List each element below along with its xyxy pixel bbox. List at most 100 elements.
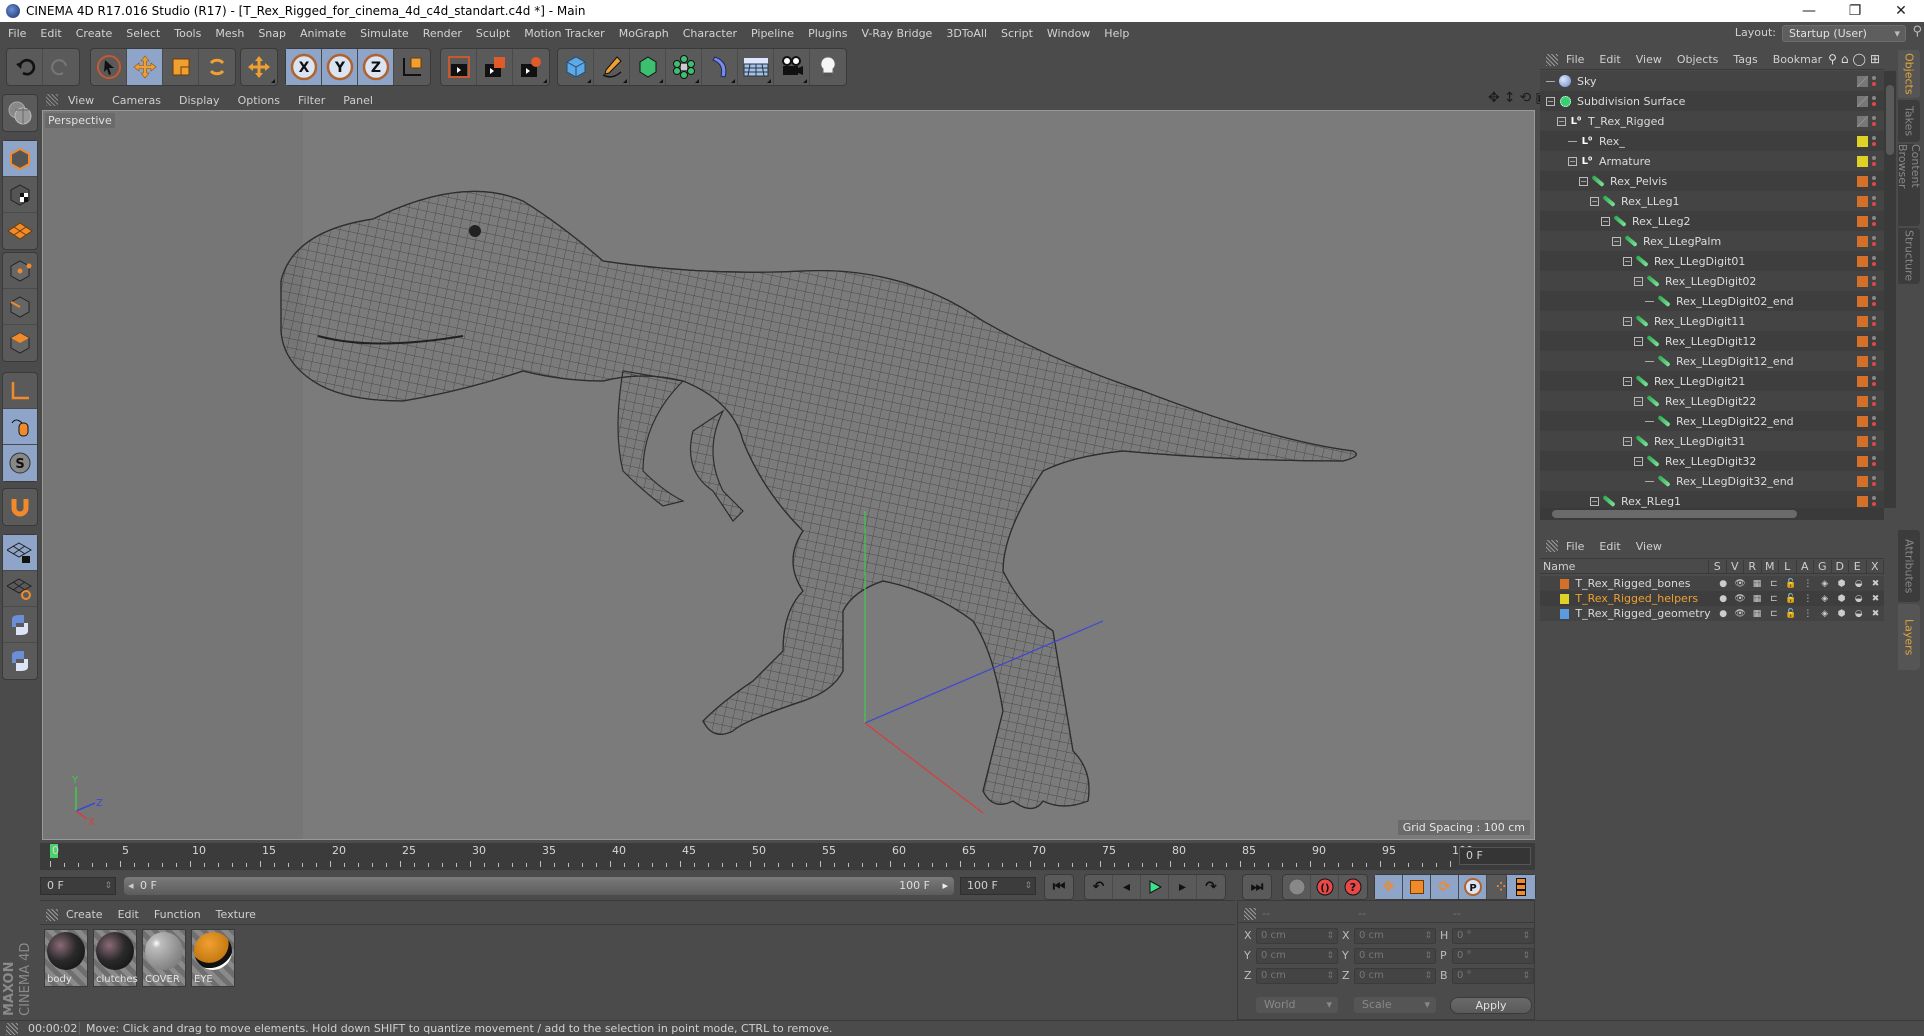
cube-icon[interactable] [558,49,594,85]
collapse-toggle-icon[interactable]: − [1590,196,1599,206]
y-axis-icon[interactable]: Y [322,49,358,85]
position-y-field[interactable]: 0 cm [1256,948,1338,964]
scale-key-icon[interactable] [1403,875,1431,899]
object-row[interactable]: − Rex_LLegDigit01 [1540,251,1884,271]
visibility-icon[interactable]: 👁 [1732,594,1749,604]
deformer-icon[interactable]: ⬢ [1833,609,1850,619]
collapse-toggle-icon[interactable]: − [1634,396,1643,406]
object-row[interactable]: − Rex_LLegDigit22 [1540,391,1884,411]
manager-icon[interactable]: ⊏ [1765,594,1782,604]
menu-script[interactable]: Script [1001,27,1033,40]
workplane-mode-icon[interactable] [3,213,37,249]
rotation-key-icon[interactable]: ⟳ [1431,875,1459,899]
layer-manager-menu-view[interactable]: View [1636,540,1662,553]
generator-icon[interactable]: ◈ [1816,579,1833,589]
object-row[interactable]: − Rex_LLegDigit02 [1540,271,1884,291]
collapse-toggle-icon[interactable]: − [1623,316,1632,326]
menu-v-ray-bridge[interactable]: V-Ray Bridge [861,27,932,40]
material-menu-function[interactable]: Function [154,908,201,921]
layer-column-v[interactable]: V [1727,559,1744,573]
dolly-icon[interactable]: ↕ [1504,90,1516,106]
lock-icon[interactable]: 🔓 [1782,609,1799,619]
expression-icon[interactable]: ◒ [1850,594,1867,604]
make-editable-icon[interactable] [3,95,37,131]
menu-motion-tracker[interactable]: Motion Tracker [524,27,604,40]
python-script-icon[interactable] [3,643,37,679]
viewport-menu-view[interactable]: View [68,94,94,107]
layer-color-swatch[interactable] [1857,456,1868,467]
render-picture-viewer-icon[interactable] [477,49,513,85]
visibility-dots-icon[interactable] [1872,374,1876,388]
render-icon[interactable]: ▦ [1749,579,1766,589]
object-row[interactable]: − Rex_LLegDigit11 [1540,311,1884,331]
menu-help[interactable]: Help [1104,27,1129,40]
layer-column-a[interactable]: A [1797,559,1814,573]
layer-row[interactable]: T_Rex_Rigged_geometry ● 👁 ▦ ⊏ 🔓 ⋮ ◈ ⬢ ◒ ✖ [1540,606,1884,621]
generator-icon[interactable]: ◈ [1816,609,1833,619]
object-row[interactable]: − Subdivision Surface [1540,91,1884,111]
menu-file[interactable]: File [8,27,26,40]
render-icon[interactable]: ▦ [1749,609,1766,619]
layer-color-swatch[interactable] [1857,496,1868,507]
tweak-mode-icon[interactable] [3,409,37,445]
collapse-toggle-icon[interactable]: − [1579,176,1588,186]
object-row[interactable]: − Rex_Pelvis [1540,171,1884,191]
object-row[interactable]: − Rex_LLeg2 [1540,211,1884,231]
auto-keyframe-icon[interactable]: () [1311,875,1339,899]
layer-color-swatch[interactable] [1560,578,1570,589]
layer-column-x[interactable]: X [1867,559,1884,573]
object-row[interactable]: − L⁰ Armature [1540,151,1884,171]
visibility-dots-icon[interactable] [1872,494,1876,508]
camera-icon[interactable] [774,49,810,85]
visibility-dots-icon[interactable] [1872,174,1876,188]
animation-icon[interactable]: ⋮ [1799,579,1816,589]
menu-sculpt[interactable]: Sculpt [476,27,510,40]
scale-icon[interactable] [163,49,199,85]
panel-grip[interactable] [1546,53,1558,66]
visibility-dots-icon[interactable] [1872,334,1876,348]
menu-window[interactable]: Window [1047,27,1090,40]
object-row[interactable]: − L⁰ T_Rex_Rigged [1540,111,1884,131]
menu-edit[interactable]: Edit [40,27,61,40]
collapse-toggle-icon[interactable]: − [1546,96,1555,106]
visibility-dots-icon[interactable] [1872,194,1876,208]
layer-color-swatch[interactable] [1857,476,1868,487]
material-menu-create[interactable]: Create [66,908,103,921]
layer-color-swatch[interactable] [1857,376,1868,387]
visibility-dots-icon[interactable] [1872,114,1876,128]
layer-color-swatch[interactable] [1857,176,1868,187]
range-left-arrow-icon[interactable]: ◂ [128,877,134,895]
eye-toggle-icon[interactable]: ◯ [1853,52,1866,66]
layer-color-swatch[interactable] [1857,256,1868,267]
workplane-lock-icon[interactable] [3,535,37,571]
object-tree-horizontal-scrollbar[interactable] [1540,508,1884,520]
menu-mograph[interactable]: MoGraph [619,27,669,40]
visibility-dots-icon[interactable] [1872,474,1876,488]
deformer-icon[interactable]: ⬢ [1833,579,1850,589]
object-row[interactable]: Rex_LLegDigit32_end [1540,471,1884,491]
visibility-dots-icon[interactable] [1872,414,1876,428]
position-z-field[interactable]: 0 cm [1256,968,1338,984]
material-swatch[interactable]: EYE [191,929,235,987]
object-row[interactable]: Sky [1540,71,1884,91]
object-manager-menu-objects[interactable]: Objects [1677,53,1719,66]
layer-column-l[interactable]: L [1779,559,1797,573]
subdivision-icon[interactable] [630,49,666,85]
x-axis-icon[interactable]: X [286,49,322,85]
layer-color-swatch[interactable] [1560,593,1570,604]
deformer-icon[interactable] [702,49,738,85]
generator-icon[interactable]: ◈ [1816,594,1833,604]
object-manager-menu-view[interactable]: View [1636,53,1662,66]
panel-grip[interactable] [1546,540,1558,552]
visibility-dots-icon[interactable] [1872,294,1876,308]
visibility-dots-icon[interactable] [1872,274,1876,288]
layer-manager-menu-edit[interactable]: Edit [1599,540,1620,553]
keyframe-selection-icon[interactable]: ? [1339,875,1367,899]
redo-icon[interactable] [43,49,79,85]
model-mode-icon[interactable] [3,141,37,177]
viewport-menu-panel[interactable]: Panel [343,94,373,107]
polygons-mode-icon[interactable] [3,325,37,361]
coordinate-mode-dropdown[interactable]: World [1256,997,1338,1013]
layer-color-swatch[interactable] [1857,296,1868,307]
collapse-toggle-icon[interactable]: − [1568,156,1577,166]
